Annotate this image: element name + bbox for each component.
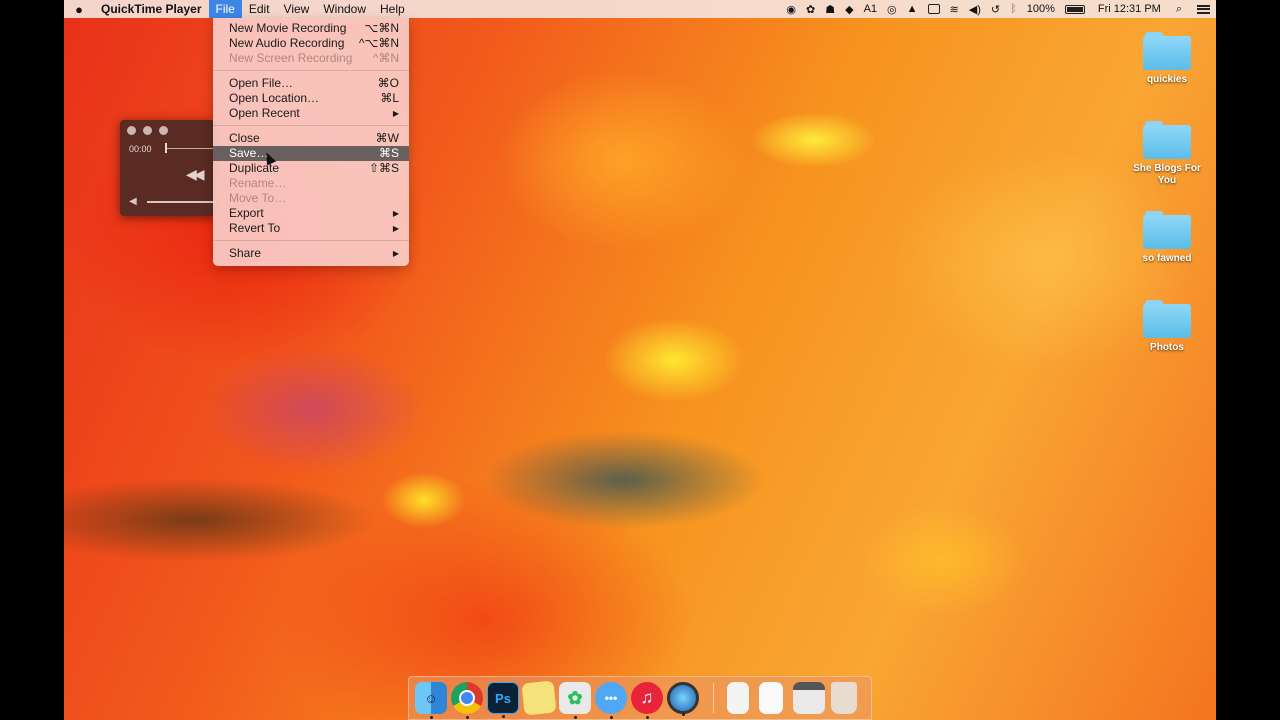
chrome-icon[interactable] — [451, 682, 483, 719]
desktop-folder-photos[interactable]: Photos — [1127, 300, 1207, 354]
menu-view[interactable]: View — [277, 0, 317, 18]
time-machine-icon[interactable]: ↺ — [991, 3, 1000, 16]
menu-item-open-location[interactable]: Open Location… ⌘L — [213, 91, 409, 106]
eye-icon[interactable]: ◎ — [887, 3, 897, 16]
app-menu[interactable]: QuickTime Player — [94, 0, 209, 18]
desktop-folder-so-fawned[interactable]: so fawned — [1127, 211, 1207, 265]
photoshop-icon[interactable]: Ps — [487, 682, 519, 718]
menu-item-close[interactable]: Close ⌘W — [213, 131, 409, 146]
folder-label: quickies — [1146, 74, 1188, 85]
evernote-status-icon[interactable]: ✿ — [806, 3, 815, 16]
file-menu: New Movie Recording ⌥⌘N New Audio Recordi… — [213, 18, 409, 266]
scrubber-track[interactable] — [166, 148, 216, 149]
folder-label: so fawned — [1142, 253, 1192, 264]
submenu-arrow-icon: ▶ — [392, 224, 399, 233]
bluetooth-icon[interactable]: ᛒ — [1010, 3, 1017, 15]
menu-separator — [213, 70, 409, 71]
menu-file[interactable]: File — [208, 0, 242, 18]
folder-icon — [1143, 32, 1191, 70]
menu-item-new-screen-recording: New Screen Recording ^⌘N — [229, 51, 399, 65]
bell-icon[interactable]: ▲ — [907, 3, 918, 15]
document-icon[interactable] — [727, 682, 749, 714]
menu-separator — [213, 240, 409, 241]
desktop-folder-she-blogs-for-you[interactable]: She Blogs For You — [1127, 121, 1207, 187]
minimize-window-button[interactable] — [143, 126, 152, 135]
dropbox-icon[interactable]: ◆ — [845, 3, 853, 16]
zoom-window-button[interactable] — [159, 126, 168, 135]
menu-item-new-movie-recording[interactable]: New Movie Recording ⌥⌘N — [213, 21, 409, 36]
menu-item-rename: Rename… — [229, 176, 287, 190]
volume-slider[interactable] — [147, 201, 216, 203]
finder-icon[interactable]: ☺ — [415, 682, 447, 719]
volume-icon[interactable]: ◀) — [969, 3, 981, 16]
droplet-icon[interactable]: ☗ — [825, 3, 835, 16]
notes-icon[interactable] — [521, 680, 557, 716]
menu-item-duplicate[interactable]: Duplicate ⇧⌘S — [213, 161, 409, 176]
menu-item-new-audio-recording[interactable]: New Audio Recording ^⌥⌘N — [213, 36, 409, 51]
dock-divider — [713, 683, 714, 713]
folder-label: Photos — [1150, 342, 1184, 353]
apple-menu-icon[interactable]: ● — [64, 2, 94, 17]
notification-center-icon[interactable] — [1197, 4, 1210, 14]
menu-edit[interactable]: Edit — [242, 0, 277, 18]
folder-icon — [1143, 211, 1191, 249]
menu-item-share[interactable]: Share ▶ — [213, 246, 409, 261]
elapsed-time: 00:00 — [129, 144, 152, 154]
itunes-icon[interactable]: ♫ — [631, 682, 663, 719]
menu-separator — [213, 125, 409, 126]
wifi-icon[interactable]: ≋ — [950, 3, 959, 16]
submenu-arrow-icon: ▶ — [392, 249, 399, 258]
submenu-arrow-icon: ▶ — [392, 109, 399, 118]
menu-bar: ● QuickTime Player File Edit View Window… — [64, 0, 1216, 18]
adobe-icon[interactable]: A1 — [864, 3, 877, 15]
airplay-icon[interactable] — [927, 4, 940, 14]
quicktime-player-window[interactable]: 00:00 ◀◀ ◀ — [120, 120, 216, 216]
document-stack-icon[interactable] — [759, 682, 783, 714]
adobe-count: 1 — [870, 3, 878, 15]
folder-label: She Blogs For You — [1133, 163, 1201, 186]
menu-window[interactable]: Window — [316, 0, 373, 18]
record-icon[interactable]: ◉ — [786, 3, 796, 16]
messages-icon[interactable]: ••• — [595, 682, 627, 719]
preview-icon[interactable] — [793, 682, 825, 714]
menu-item-open-recent[interactable]: Open Recent ▶ — [213, 106, 409, 121]
menu-item-move-to: Move To… — [229, 191, 287, 205]
clock[interactable]: Fri 12:31 PM — [1098, 3, 1161, 15]
status-bar: ◉ ✿ ☗ ◆ A1 ◎ ▲ ≋ ◀) ↺ ᛒ 100% Fri 12:31 P… — [781, 0, 1216, 18]
menu-item-export[interactable]: Export ▶ — [213, 206, 409, 221]
folder-icon — [1143, 300, 1191, 338]
menu-item-revert-to[interactable]: Revert To ▶ — [213, 221, 409, 236]
trash-icon[interactable] — [831, 682, 857, 714]
desktop: ● QuickTime Player File Edit View Window… — [64, 0, 1216, 720]
playhead[interactable] — [165, 143, 167, 153]
close-window-button[interactable] — [127, 126, 136, 135]
desktop-folder-quickies[interactable]: quickies — [1127, 32, 1207, 86]
rewind-icon[interactable]: ◀◀ — [186, 166, 204, 183]
submenu-arrow-icon: ▶ — [392, 209, 399, 218]
battery-icon[interactable] — [1064, 4, 1085, 14]
evernote-icon[interactable]: ✿ — [559, 682, 591, 719]
spotlight-icon[interactable]: ⌕ — [1176, 3, 1182, 16]
dock: ☺ Ps ✿ ••• ♫ — [408, 676, 872, 720]
menu-item-open-file[interactable]: Open File… ⌘O — [213, 76, 409, 91]
battery-percent: 100% — [1026, 3, 1055, 15]
speaker-icon: ◀ — [129, 196, 137, 207]
quicktime-icon[interactable] — [667, 682, 699, 716]
folder-icon — [1143, 121, 1191, 159]
menu-item-save[interactable]: Save… ⌘S — [213, 146, 409, 161]
menu-help[interactable]: Help — [373, 0, 412, 18]
